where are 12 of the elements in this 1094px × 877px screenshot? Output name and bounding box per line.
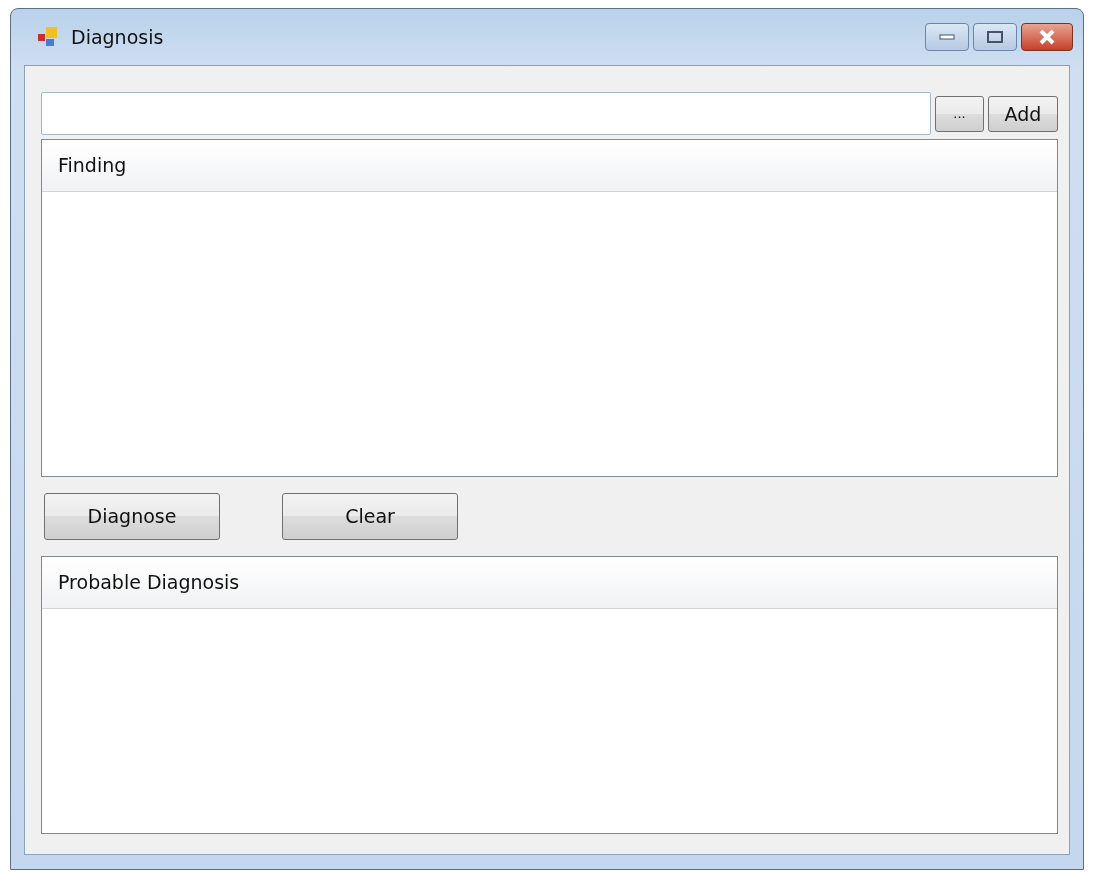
browse-button[interactable]: ... [935,96,984,132]
clear-button[interactable]: Clear [282,493,458,540]
add-button[interactable]: Add [988,96,1058,132]
close-button[interactable] [1021,23,1073,51]
maximize-button[interactable] [973,23,1017,51]
maximize-icon [987,31,1003,43]
minimize-button[interactable] [925,23,969,51]
diagnose-button[interactable]: Diagnose [44,493,220,540]
finding-input[interactable] [41,92,931,135]
close-icon [1038,29,1056,45]
window-title: Diagnosis [71,24,164,50]
minimize-icon [939,34,955,40]
